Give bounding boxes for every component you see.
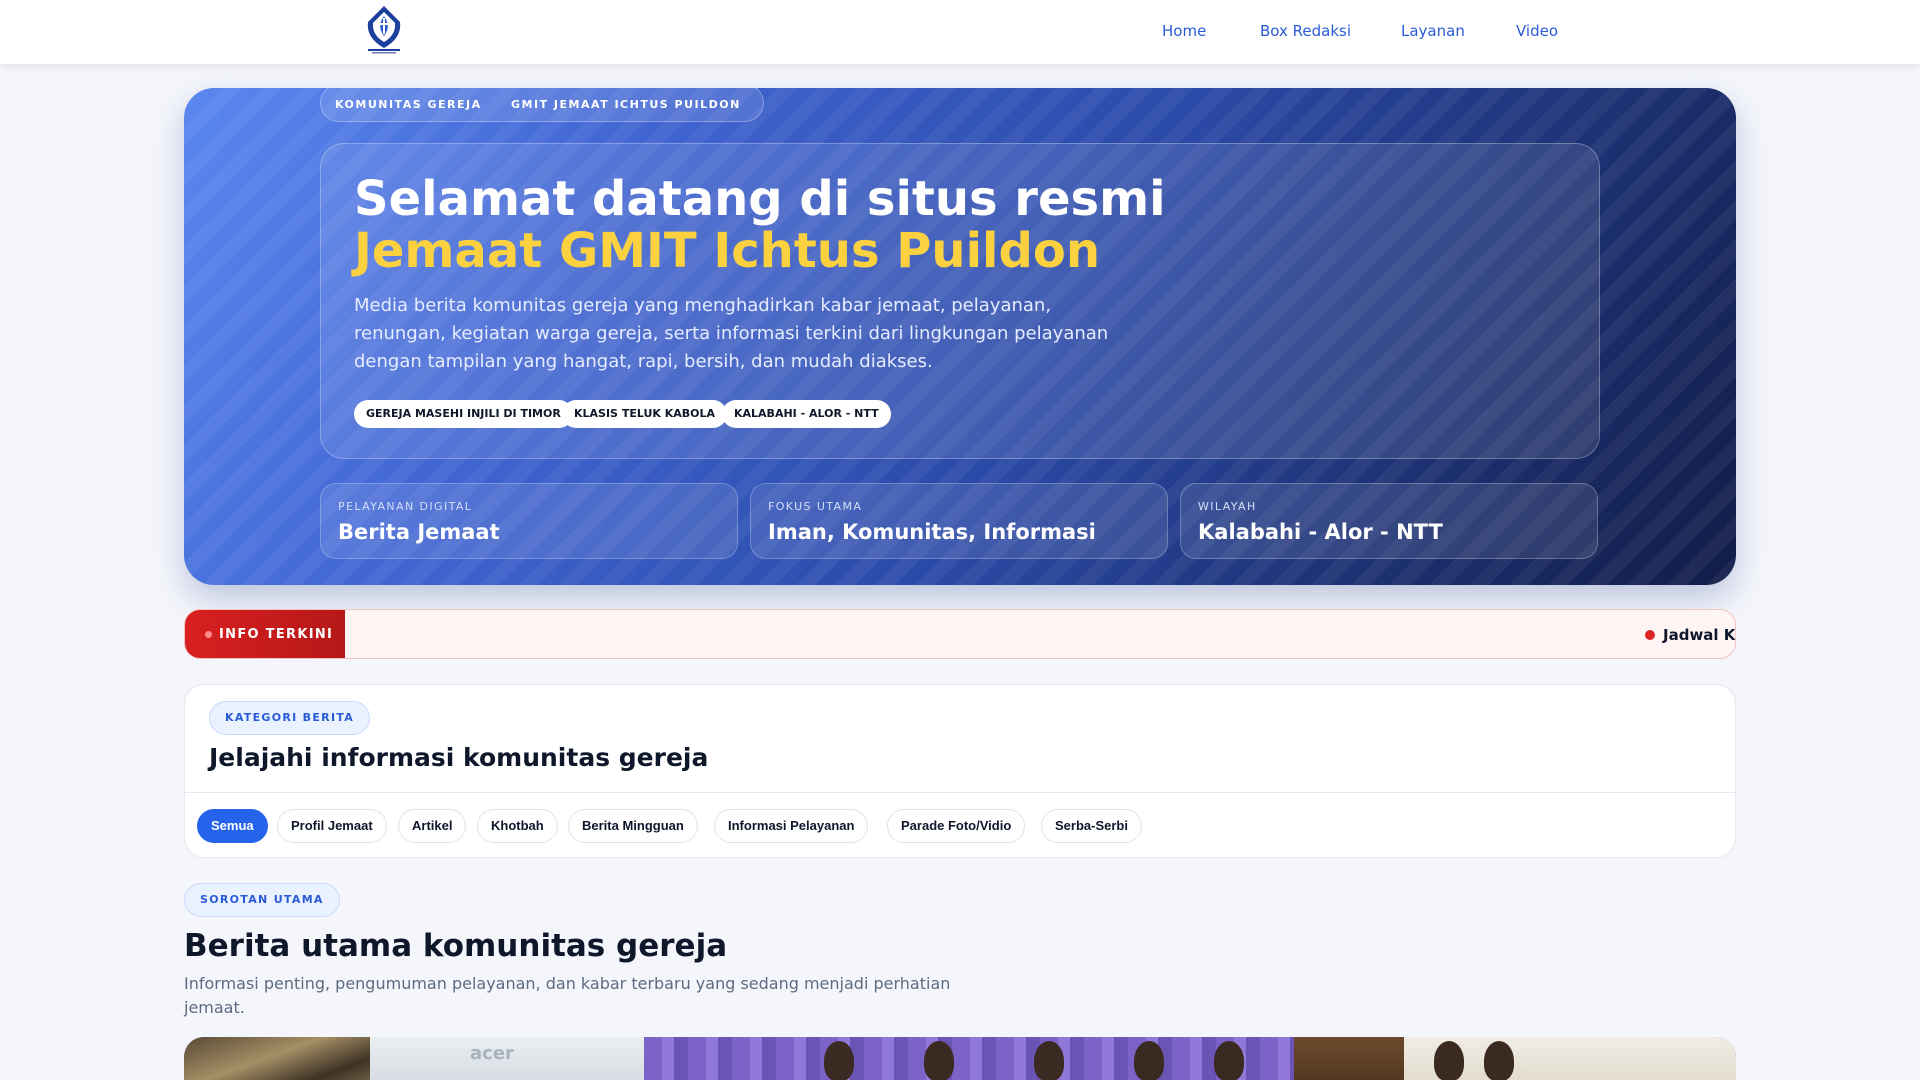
category-badge: KATEGORI BERITA <box>209 701 371 735</box>
church-logo-icon <box>367 6 401 54</box>
photo-decoration <box>184 1037 370 1080</box>
site-logo[interactable] <box>362 4 406 54</box>
tab-semua[interactable]: Semua <box>197 809 268 843</box>
photo-person <box>1214 1041 1244 1080</box>
photo-person <box>1484 1041 1514 1080</box>
divider <box>185 792 1735 793</box>
stat-label: WILAYAH <box>1198 500 1257 513</box>
hero-pill-klasis: KLASIS TELUK KABOLA <box>562 400 728 428</box>
tab-profil-jemaat[interactable]: Profil Jemaat <box>277 809 387 843</box>
tab-artikel[interactable]: Artikel <box>398 809 467 843</box>
nav-home[interactable]: Home <box>1162 22 1206 40</box>
nav-layanan[interactable]: Layanan <box>1401 22 1465 40</box>
ticker-label-box: INFO TERKINI <box>185 610 345 658</box>
tab-serba-serbi[interactable]: Serba-Serbi <box>1041 809 1142 843</box>
hero-chip-komunitas: KOMUNITAS GEREJA <box>335 98 482 111</box>
stat-card-pelayanan: PELAYANAN DIGITAL Berita Jemaat <box>320 483 738 559</box>
hero-pill-wilayah: KALABAHI - ALOR - NTT <box>722 400 891 428</box>
stat-value: Berita Jemaat <box>338 520 500 544</box>
hero-pill-gmit: GEREJA MASEHI INJILI DI TIMOR <box>354 400 573 428</box>
stat-label: FOKUS UTAMA <box>768 500 863 513</box>
live-dot-icon <box>205 631 212 638</box>
photo-person <box>924 1041 954 1080</box>
tab-khotbah[interactable]: Khotbah <box>477 809 558 843</box>
hero-chip-group: KOMUNITAS GEREJA GMIT JEMAAT ICHTUS PUIL… <box>320 88 764 122</box>
stat-label: PELAYANAN DIGITAL <box>338 500 473 513</box>
stat-card-fokus: FOKUS UTAMA Iman, Komunitas, Informasi <box>750 483 1168 559</box>
photo-person <box>1034 1041 1064 1080</box>
photo-pulpit <box>1294 1037 1404 1080</box>
nav-video[interactable]: Video <box>1516 22 1558 40</box>
photo-person <box>1134 1041 1164 1080</box>
nav-box-redaksi[interactable]: Box Redaksi <box>1260 22 1351 40</box>
hero-chip-jemaat: GMIT JEMAAT ICHTUS PUILDON <box>511 98 741 111</box>
navbar: Home Box Redaksi Layanan Video <box>0 0 1920 64</box>
tab-parade-foto-vidio[interactable]: Parade Foto/Vidio <box>887 809 1026 843</box>
sorotan-title: Berita utama komunitas gereja <box>184 928 728 964</box>
news-ticker: INFO TERKINI Jadwal Ke <box>184 609 1736 659</box>
stat-card-wilayah: WILAYAH Kalabahi - Alor - NTT <box>1180 483 1598 559</box>
tab-informasi-pelayanan[interactable]: Informasi Pelayanan <box>714 809 869 843</box>
tab-berita-mingguan[interactable]: Berita Mingguan <box>568 809 698 843</box>
category-section: KATEGORI BERITA Jelajahi informasi komun… <box>184 684 1736 858</box>
sorotan-badge: SOROTAN UTAMA <box>184 883 340 917</box>
stat-value: Kalabahi - Alor - NTT <box>1198 520 1443 544</box>
hero-title-highlight: Jemaat GMIT Ichtus Puildon <box>354 223 1100 279</box>
photo-screen-text: acer <box>470 1043 514 1064</box>
hero-section: KOMUNITAS GEREJA GMIT JEMAAT ICHTUS PUIL… <box>184 88 1736 585</box>
photo-person <box>1434 1041 1464 1080</box>
featured-news-image[interactable]: acer <box>184 1037 1736 1080</box>
category-title: Jelajahi informasi komunitas gereja <box>209 743 709 772</box>
hero-description: Media berita komunitas gereja yang mengh… <box>354 295 1109 372</box>
photo-person <box>824 1041 854 1080</box>
sorotan-description: Informasi penting, pengumuman pelayanan,… <box>184 974 951 1017</box>
ticker-bullet-icon <box>1645 630 1655 640</box>
ticker-item[interactable]: Jadwal Ke <box>1663 626 1735 644</box>
ticker-label: INFO TERKINI <box>219 627 334 642</box>
photo-projector-screen: acer <box>370 1037 644 1080</box>
hero-title: Selamat datang di situs resmi <box>354 171 1166 227</box>
stat-value: Iman, Komunitas, Informasi <box>768 520 1096 544</box>
hero-welcome-card: Selamat datang di situs resmi Jemaat GMI… <box>320 143 1600 459</box>
